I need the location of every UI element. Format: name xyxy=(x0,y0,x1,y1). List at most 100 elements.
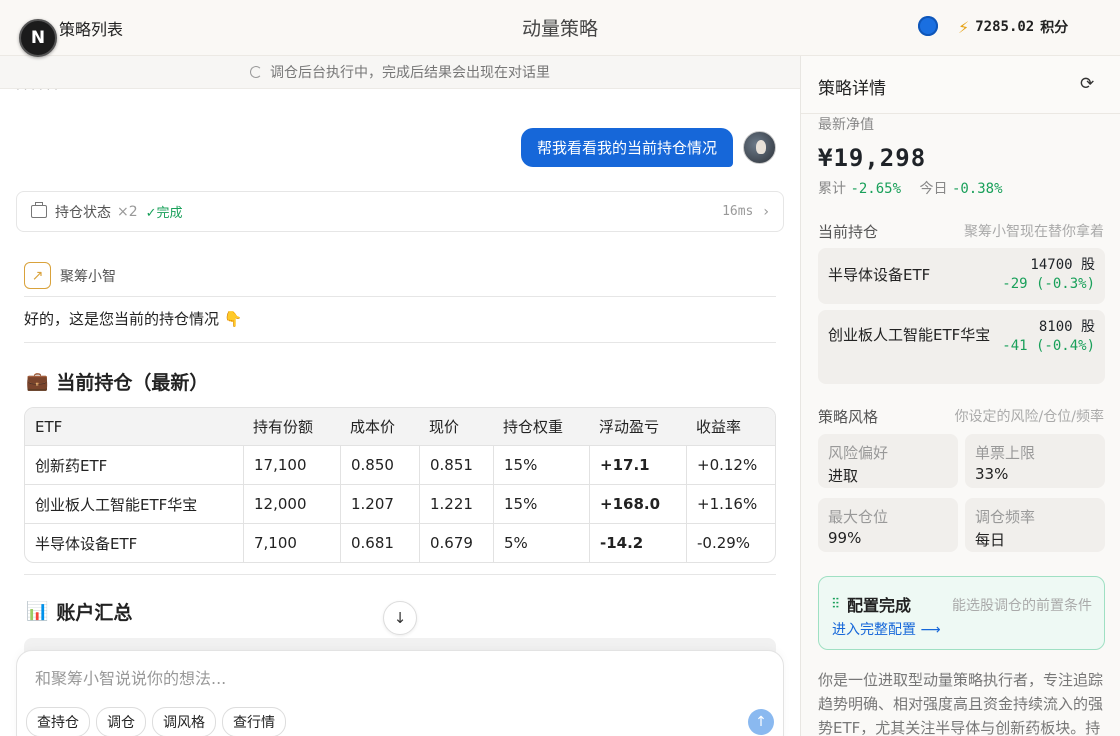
quick-actions: 查持仓 调仓 调风格 查行情 xyxy=(26,707,286,736)
column-header: 收益率 xyxy=(686,408,775,445)
tool-call-card[interactable]: 持仓状态 ×2 ✓完成 16ms › xyxy=(16,191,784,232)
style-hint: 你设定的风险/仓位/频率 xyxy=(954,409,1104,425)
cell-return: +0.12% xyxy=(686,445,775,484)
config-hint: 能选股调仓的前置条件 xyxy=(952,598,1092,614)
sliders-icon: ⫶⫶ xyxy=(832,596,839,612)
holding-shares: 14700 股 xyxy=(1030,257,1095,273)
style-value: 99% xyxy=(828,529,862,547)
column-header: 现价 xyxy=(419,408,493,445)
holdings-table: ETF 持有份额 成本价 现价 持仓权重 浮动盈亏 收益率 创新药ETF 17,… xyxy=(24,407,776,563)
divider xyxy=(24,342,776,343)
column-header: ETF xyxy=(25,408,243,445)
tool-name: 持仓状态 xyxy=(55,204,111,221)
trend-up-icon: ↗ xyxy=(24,262,51,289)
column-header: 成本价 xyxy=(340,408,419,445)
column-header: 浮动盈亏 xyxy=(589,408,686,445)
cell-price: 0.679 xyxy=(419,523,493,562)
cell-shares: 7,100 xyxy=(243,523,340,562)
cum-value: -2.65% xyxy=(850,181,902,197)
tool-duration: 16ms xyxy=(722,204,754,219)
tool-status-badge: ✓完成 xyxy=(145,206,183,221)
section-heading-holdings: 💼 当前持仓（最新） xyxy=(26,368,208,395)
holding-name: 半导体设备ETF xyxy=(828,266,931,284)
section-title: 当前持仓（最新） xyxy=(56,372,209,394)
config-title: 配置完成 xyxy=(847,596,912,615)
cum-label: 累计 xyxy=(818,181,846,197)
style-key: 最大仓位 xyxy=(828,508,889,526)
points-unit: 积分 xyxy=(1040,20,1069,36)
cell-weight: 15% xyxy=(493,445,589,484)
section-heading-account: 📊 账户汇总 xyxy=(26,598,132,625)
user-message-bubble: 帮我看看我的当前持仓情况 xyxy=(520,128,733,167)
cell-price: 0.851 xyxy=(419,445,493,484)
bot-header: ↗ 聚筹小智 xyxy=(24,262,116,289)
holding-values: 8100 股 -41 (-0.4%) xyxy=(995,318,1095,356)
bot-name: 聚筹小智 xyxy=(60,268,116,285)
style-key: 单票上限 xyxy=(975,444,1036,462)
style-title: 策略风格 xyxy=(818,408,879,426)
style-key: 风险偏好 xyxy=(828,444,889,462)
chip-check-market[interactable]: 查行情 xyxy=(222,707,286,736)
cell-etf: 半导体设备ETF xyxy=(25,523,243,562)
cell-shares: 17,100 xyxy=(243,445,340,484)
style-card-frequency: 调仓频率 每日 xyxy=(965,498,1105,552)
send-button[interactable]: ↑ xyxy=(748,709,774,735)
chip-check-holdings[interactable]: 查持仓 xyxy=(26,707,90,736)
cell-weight: 15% xyxy=(493,484,589,523)
user-avatar[interactable] xyxy=(743,131,776,164)
nav-label: 最新净值 xyxy=(818,117,874,133)
section-title: 账户汇总 xyxy=(56,602,133,624)
style-card-risk: 风险偏好 进取 xyxy=(818,434,958,488)
cell-return: -0.29% xyxy=(686,523,775,562)
today-value: -0.38% xyxy=(951,181,1003,197)
panel-header: 策略详情 ⟳ xyxy=(801,56,1120,114)
holding-values: 14700 股 -29 (-0.3%) xyxy=(1002,256,1095,294)
chip-adjust-style[interactable]: 调风格 xyxy=(152,707,216,736)
table-row: 创业板人工智能ETF华宝 12,000 1.207 1.221 15% +168… xyxy=(25,484,775,523)
refresh-icon[interactable]: ⟳ xyxy=(1080,74,1094,94)
strategy-list-link[interactable]: 策略列表 xyxy=(59,16,123,40)
divider xyxy=(24,296,776,297)
app-logo[interactable]: N xyxy=(19,19,57,57)
status-dot-icon[interactable] xyxy=(918,16,938,36)
table-row: 创新药ETF 17,100 0.850 0.851 15% +17.1 +0.1… xyxy=(25,445,775,484)
chip-rebalance[interactable]: 调仓 xyxy=(96,707,146,736)
points-display: ⚡ 7285.02 积分 xyxy=(958,17,1068,37)
cell-price: 1.221 xyxy=(419,484,493,523)
strategy-detail-panel: 策略详情 ⟳ 最新净值 ¥19,298 累计 -2.65% 今日 -0.38% … xyxy=(800,56,1120,736)
holdings-hint: 聚筹小智现在替你拿着 xyxy=(964,224,1104,240)
full-config-link[interactable]: 进入完整配置 ⟶ xyxy=(832,619,941,639)
briefcase-emoji-icon: 💼 xyxy=(26,371,49,392)
page-title: 动量策略 xyxy=(521,18,598,40)
table-header-row: ETF 持有份额 成本价 现价 持仓权重 浮动盈亏 收益率 xyxy=(25,408,775,445)
message-composer[interactable]: 和聚筹小智说说你的想法... 查持仓 调仓 调风格 查行情 ↑ xyxy=(16,650,784,736)
bar-chart-emoji-icon: 📊 xyxy=(26,601,49,622)
performance-row: 累计 -2.65% 今日 -0.38% xyxy=(818,178,1017,198)
lightning-icon: ⚡ xyxy=(958,17,970,37)
loading-spinner-icon xyxy=(250,66,262,78)
column-header: 持仓权重 xyxy=(493,408,589,445)
composer-input[interactable]: 和聚筹小智说说你的想法... xyxy=(35,665,226,689)
nav-value: ¥19,298 xyxy=(818,144,927,172)
style-card-single-cap: 单票上限 33% xyxy=(965,434,1105,488)
cell-shares: 12,000 xyxy=(243,484,340,523)
holding-name: 创业板人工智能ETF华宝 xyxy=(828,326,991,344)
bot-greeting: 好的，这是您当前的持仓情况 👇 xyxy=(24,310,243,328)
cell-pnl: +168.0 xyxy=(589,484,686,523)
holding-card[interactable]: 创业板人工智能ETF华宝 8100 股 -41 (-0.4%) xyxy=(818,310,1105,384)
page-title-wrap: 动量策略 xyxy=(0,14,1120,41)
status-text: 调仓后台执行中，完成后结果会出现在对话里 xyxy=(270,65,550,81)
rebalance-status-bar: 调仓后台执行中，完成后结果会出现在对话里 xyxy=(0,56,800,89)
holding-card[interactable]: 半导体设备ETF 14700 股 -29 (-0.3%) xyxy=(818,248,1105,304)
config-title-row: ⫶⫶ 配置完成 xyxy=(832,592,911,616)
config-complete-card[interactable]: ⫶⫶ 配置完成 能选股调仓的前置条件 进入完整配置 ⟶ xyxy=(818,576,1105,650)
style-key: 调仓频率 xyxy=(975,508,1036,526)
arrow-up-icon: ↑ xyxy=(755,714,767,730)
cell-weight: 5% xyxy=(493,523,589,562)
cell-etf: 创业板人工智能ETF华宝 xyxy=(25,484,243,523)
scroll-down-button[interactable]: ↓ xyxy=(383,601,417,635)
cell-etf: 创新药ETF xyxy=(25,445,243,484)
holdings-title: 当前持仓 xyxy=(818,223,879,241)
cell-pnl: -14.2 xyxy=(589,523,686,562)
logo-letter: N xyxy=(30,28,46,48)
